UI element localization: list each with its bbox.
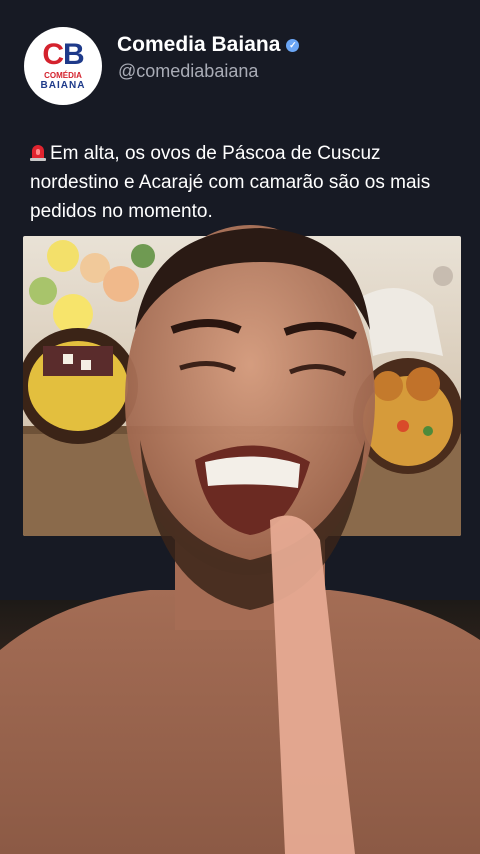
person-video-overlay xyxy=(0,225,480,854)
